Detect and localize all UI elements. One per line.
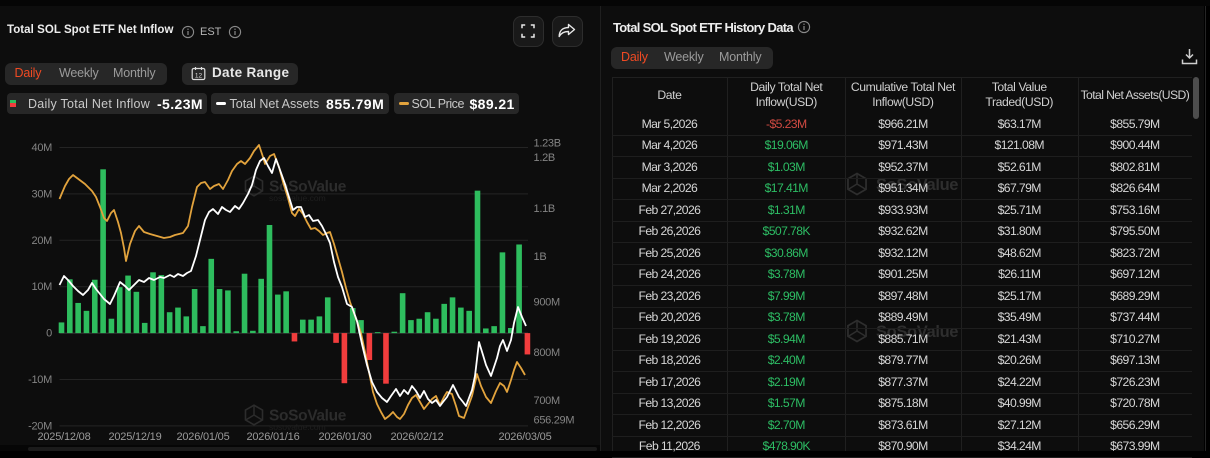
- svg-text:2026/01/05: 2026/01/05: [176, 431, 229, 443]
- svg-text:10M: 10M: [32, 281, 53, 293]
- svg-text:1B: 1B: [534, 251, 547, 263]
- svg-text:1.1B: 1.1B: [534, 203, 555, 215]
- svg-text:1.2B: 1.2B: [534, 152, 555, 164]
- svg-text:sosovalue.com: sosovalue.com: [269, 193, 326, 203]
- svg-text:700M: 700M: [534, 395, 560, 407]
- svg-text:2025/12/19: 2025/12/19: [108, 431, 161, 443]
- svg-text:2026/03/05: 2026/03/05: [498, 431, 551, 443]
- svg-text:2026/01/30: 2026/01/30: [318, 431, 371, 443]
- svg-text:1.23B: 1.23B: [534, 138, 561, 150]
- svg-text:2026/01/16: 2026/01/16: [246, 431, 299, 443]
- svg-text:656.29M: 656.29M: [534, 415, 575, 427]
- svg-text:900M: 900M: [534, 297, 560, 309]
- svg-text:0: 0: [46, 328, 52, 340]
- svg-text:-10M: -10M: [28, 374, 52, 386]
- svg-text:40M: 40M: [32, 142, 53, 154]
- svg-text:2025/12/08: 2025/12/08: [37, 431, 90, 443]
- svg-text:30M: 30M: [32, 188, 53, 200]
- svg-text:20M: 20M: [32, 235, 53, 247]
- svg-text:800M: 800M: [534, 347, 560, 359]
- svg-text:2026/02/12: 2026/02/12: [390, 431, 443, 443]
